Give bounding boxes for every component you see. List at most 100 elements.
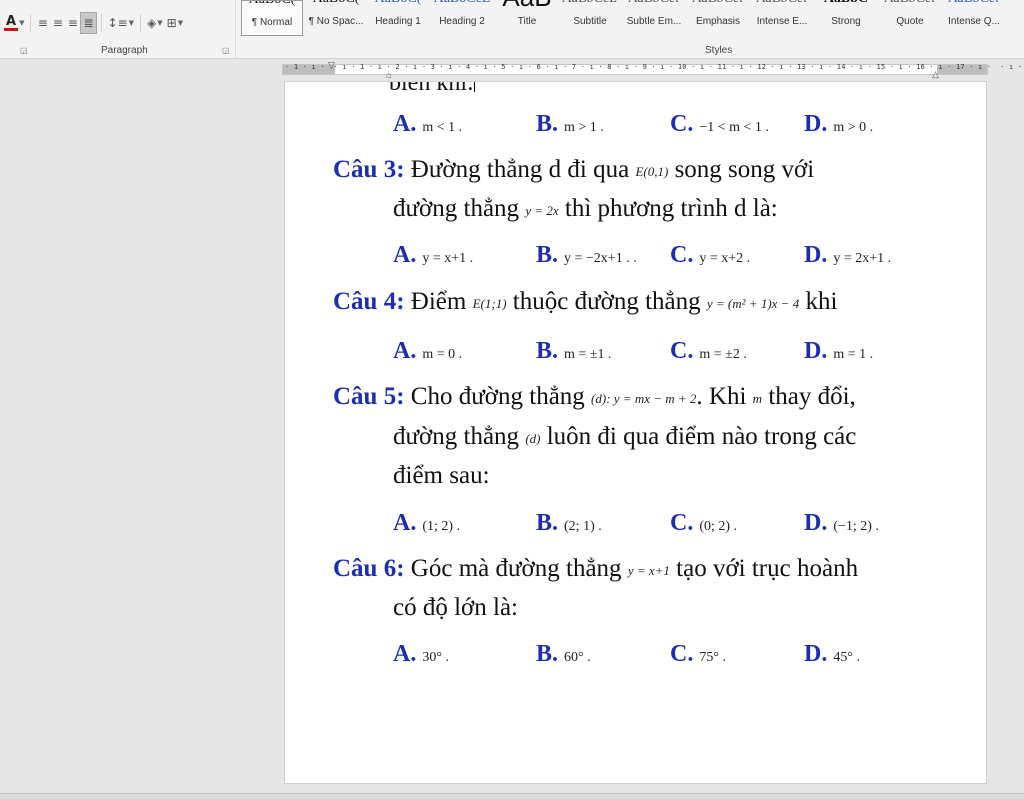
style-name: Intense E... xyxy=(756,16,808,27)
style-preview: AaBbC xyxy=(815,0,877,7)
option-value: (1; 2) . xyxy=(422,519,461,534)
style-preview: AaBbCcl xyxy=(623,0,685,7)
style-name: ¶ Normal xyxy=(251,17,293,28)
answer-option: D. m = 1 . xyxy=(804,336,873,370)
align-left-button[interactable]: ≡ xyxy=(35,12,50,34)
q3-text: Đường thẳng d đi qua xyxy=(410,156,630,183)
horizontal-scrollbar[interactable] xyxy=(0,793,1024,799)
q4-label: Câu 4: xyxy=(333,288,405,315)
font-color-button[interactable]: A ▼ xyxy=(2,12,26,34)
hanging-indent-icon[interactable]: ⌂ xyxy=(386,70,391,80)
divider xyxy=(140,14,142,32)
first-line-indent-icon[interactable]: ▽ xyxy=(328,60,335,71)
align-right-button[interactable]: ≡ xyxy=(65,12,80,34)
style-tile[interactable]: AaBbC( ¶ Normal xyxy=(241,0,303,36)
style-tile[interactable]: AaBbCcl Intense E... xyxy=(751,0,813,36)
option-letter: C. xyxy=(670,510,694,536)
document-page[interactable]: biến khi: A. m < 1 . B. m > 1 . C. −1 < m < 1… xyxy=(284,81,987,784)
option-letter: C. xyxy=(670,641,694,667)
style-preview: AaBbC( xyxy=(367,0,429,7)
style-tile[interactable]: AaBbCcl Intense Q... xyxy=(943,0,1005,36)
q3-text: thì phương trình d là: xyxy=(564,195,778,222)
borders-icon: ⊞ xyxy=(166,16,177,30)
style-tile[interactable]: AaBbCcl Quote xyxy=(879,0,941,36)
q4-math-line: y = (m² + 1)x − 4 xyxy=(706,296,800,311)
document-content: biến khi: A. m < 1 . B. m > 1 . C. −1 < m < 1… xyxy=(285,82,986,783)
justify-button[interactable]: ≣ xyxy=(80,12,97,34)
q6-text: tạo với trục hoành xyxy=(676,555,859,582)
option-value: 30° . xyxy=(422,650,449,665)
style-name: Strong xyxy=(831,16,861,27)
option-value: m > 0 . xyxy=(833,120,874,135)
style-name: Subtitle xyxy=(573,16,607,27)
right-indent-icon[interactable]: △ xyxy=(932,69,939,80)
answer-option: C. y = x+2 . xyxy=(670,240,750,274)
answer-option: B. (2; 1) . xyxy=(536,508,602,542)
ribbon: A▼ ≡ ≡ ≡ ≣ ↕≡▼ ◈▼ ⊞▼ ◲ Paragraph ◲ AaBbC… xyxy=(0,0,1024,59)
line-spacing-button[interactable]: ↕≡ ▼ xyxy=(106,12,137,34)
style-name: Intense Q... xyxy=(948,16,1000,27)
q3-line-2: đường thẳng y = 2x thì phương trình d là… xyxy=(393,194,778,226)
style-name: Title xyxy=(517,16,537,27)
q3-math-line: y = 2x xyxy=(525,203,559,218)
option-value: −1 < m < 1 . xyxy=(699,120,769,135)
chevron-down-icon: ▼ xyxy=(128,19,135,27)
style-tile[interactable]: AaBbCcl Subtle Em... xyxy=(623,0,685,36)
q3-text: song song với xyxy=(674,156,815,183)
option-value: y = 2x+1 . xyxy=(833,251,892,266)
style-tile[interactable]: AaBbC(¶ No Spac... xyxy=(305,0,367,36)
q4-text: thuộc đường thẳng xyxy=(512,288,701,315)
style-tile[interactable]: AaBbCcL Subtitle xyxy=(559,0,621,36)
option-letter: B. xyxy=(536,111,559,137)
style-preview: AaBbCcl xyxy=(687,0,749,7)
style-preview: AaBbCcl xyxy=(943,0,1005,7)
answer-option: A. y = x+1 . xyxy=(393,240,473,274)
style-tile[interactable]: AaB Title xyxy=(496,0,558,36)
style-tile[interactable]: AaBbCcL Heading 2 xyxy=(431,0,493,36)
option-letter: D. xyxy=(804,641,828,667)
style-preview: AaBbC( xyxy=(242,1,302,8)
borders-button[interactable]: ⊞ ▼ xyxy=(165,12,185,34)
style-tile[interactable]: AaBbC Strong xyxy=(815,0,877,36)
answer-option: D. m > 0 . xyxy=(804,109,873,143)
answer-option: A. m = 0 . xyxy=(393,336,462,370)
shading-button[interactable]: ◈ ▼ xyxy=(145,12,165,34)
justify-icon: ≣ xyxy=(83,16,94,30)
style-tile[interactable]: AaBbCcl Emphasis xyxy=(687,0,749,36)
q5-text: đường thẳng xyxy=(393,423,520,450)
q4-text: Điểm xyxy=(410,288,467,315)
answer-option: C. (0; 2) . xyxy=(670,508,737,542)
align-center-button[interactable]: ≡ xyxy=(50,12,65,34)
q5-line-3: điểm sau: xyxy=(393,461,490,491)
style-tile[interactable]: A Su xyxy=(1007,0,1024,36)
answer-option: B. y = −2x+1 . . xyxy=(536,240,637,274)
style-preview: AaBbCcL xyxy=(431,0,493,7)
option-value: y = −2x+1 . . xyxy=(564,251,637,266)
q5-text: điểm sau: xyxy=(393,462,490,489)
option-letter: B. xyxy=(536,242,559,268)
style-tile[interactable]: AaBbC(Heading 1 xyxy=(367,0,429,36)
style-preview: AaBbCcl xyxy=(751,0,813,7)
cut-off-line: biến khi: xyxy=(389,82,475,97)
answer-option: A. (1; 2) . xyxy=(393,508,460,542)
q3-line-1: Câu 3: Đường thẳng d đi qua E(0,1) song … xyxy=(333,155,814,187)
font-dialog-launcher-icon[interactable]: ◲ xyxy=(20,46,28,55)
q5-text: thay đổi, xyxy=(768,383,856,410)
q6-text: Góc mà đường thẳng xyxy=(410,555,622,582)
align-center-icon: ≡ xyxy=(52,16,63,30)
option-value: 45° . xyxy=(833,650,860,665)
q5-label: Câu 5: xyxy=(333,383,405,410)
paint-bucket-icon: ◈ xyxy=(147,16,157,30)
q6-label: Câu 6: xyxy=(333,555,405,582)
option-value: m > 1 . xyxy=(564,120,604,135)
style-name: ¶ No Spac... xyxy=(308,16,364,27)
option-letter: B. xyxy=(536,510,559,536)
align-left-icon: ≡ xyxy=(37,16,48,30)
paragraph-dialog-launcher-icon[interactable]: ◲ xyxy=(222,46,230,55)
ruler-ticks: · 1 · ı · · ı · 1 · ı · 2 · ı · 3 · ı · … xyxy=(285,63,1024,71)
q6-text: có độ lớn là: xyxy=(393,594,518,621)
q5-line-1: Câu 5: Cho đường thẳng (d): y = mx − m +… xyxy=(333,382,856,414)
paragraph-group: A ▼ ≡ ≡ ≡ ≣ ↕≡ ▼ ◈ ▼ ⊞ ▼ ◲ Paragraph ◲ xyxy=(0,0,236,58)
answer-option: B. m > 1 . xyxy=(536,109,604,143)
styles-group-label: Styles xyxy=(705,45,733,56)
